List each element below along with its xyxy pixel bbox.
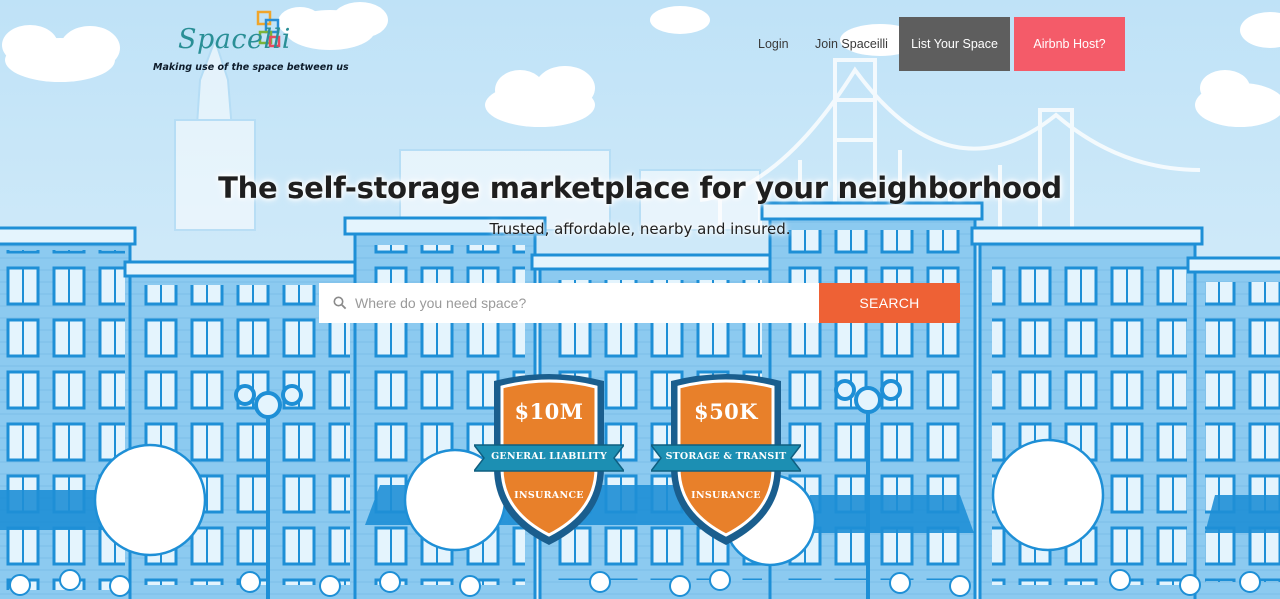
badge-bottom-label: INSURANCE [691,490,761,501]
hero-subtitle: Trusted, affordable, nearby and insured. [489,220,791,238]
badge-amount: $50K [693,399,759,424]
search-button[interactable]: SEARCH [819,283,960,323]
badge-ribbon-label: GENERAL LIABILITY [491,451,607,462]
site-logo[interactable]: Spacelli Making use of the space between… [150,8,349,78]
liability-insurance-badge: $10M GENERAL LIABILITY INSURANCE [474,373,624,551]
badge-ribbon-label: STORAGE & TRANSIT [665,451,787,462]
badge-bottom-label: INSURANCE [514,490,584,501]
login-link[interactable]: Login [758,37,789,51]
storage-insurance-badge: $50K STORAGE & TRANSIT INSURANCE [651,373,801,551]
search-input[interactable] [355,295,795,311]
search-bar [319,283,819,323]
badge-amount: $10M [514,399,584,424]
airbnb-host-button[interactable]: Airbnb Host? [1014,17,1125,71]
hero-title: The self-storage marketplace for your ne… [218,171,1062,205]
logo-wordmark: Spacelli [178,24,291,55]
logo-tagline: Making use of the space between us [153,62,349,73]
list-your-space-button[interactable]: List Your Space [899,17,1010,71]
join-link[interactable]: Join Spaceilli [815,37,888,51]
search-icon [333,296,347,310]
